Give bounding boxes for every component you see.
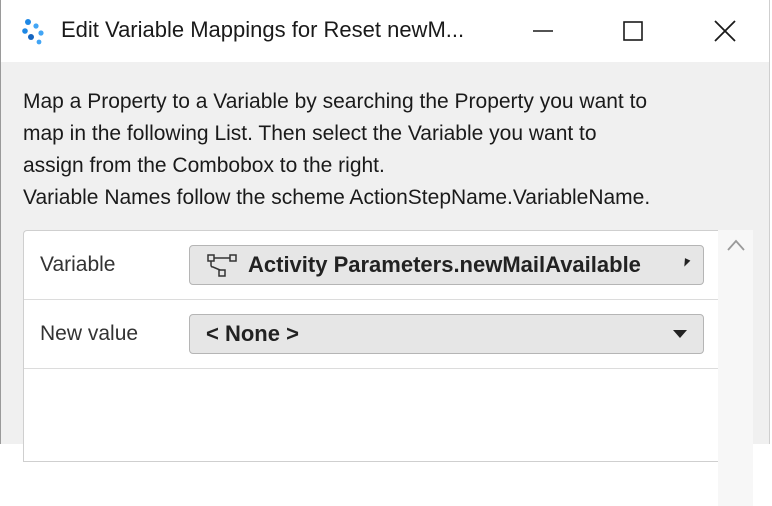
dialog-content: Map a Property to a Variable by searchin…	[1, 62, 769, 506]
maximize-icon	[623, 21, 643, 41]
instructions-text: Map a Property to a Variable by searchin…	[23, 86, 753, 214]
close-icon	[714, 20, 736, 42]
dropdown-arrow-icon[interactable]	[681, 258, 691, 268]
variable-combobox-value: Activity Parameters.newMailAvailable	[248, 252, 641, 277]
grid-row-variable: Variable Activity Parameters.newMailAvai…	[24, 231, 719, 300]
property-grid: Variable Activity Parameters.newMailAvai…	[23, 230, 719, 462]
window-title: Edit Variable Mappings for Reset newM...	[61, 17, 465, 42]
new-value-label: New value	[40, 322, 139, 345]
instructions-line: assign from the Combobox to the right.	[23, 154, 385, 177]
dialog-window: Edit Variable Mappings for Reset newM...…	[0, 0, 770, 506]
grid-row-new-value: New value < None >	[24, 300, 719, 369]
variable-node-icon	[207, 254, 237, 277]
app-logo-icon	[22, 19, 44, 45]
new-value-combobox[interactable]: < None >	[189, 314, 704, 354]
instructions-line: Map a Property to a Variable by searchin…	[23, 90, 648, 113]
dropdown-arrow-icon[interactable]	[673, 330, 687, 338]
instructions-line: map in the following List. Then select t…	[23, 122, 597, 145]
instructions-line: Variable Names follow the scheme ActionS…	[23, 186, 651, 209]
chevron-up-icon[interactable]	[726, 238, 746, 252]
new-value-combobox-value: < None >	[206, 321, 299, 346]
vertical-scrollbar[interactable]	[718, 230, 753, 506]
variable-combobox[interactable]: Activity Parameters.newMailAvailable	[189, 245, 704, 285]
minimize-icon	[533, 30, 553, 32]
minimize-button[interactable]	[497, 0, 589, 62]
title-bar[interactable]: Edit Variable Mappings for Reset newM...	[1, 0, 769, 62]
variable-label: Variable	[40, 253, 116, 276]
close-button[interactable]	[679, 0, 771, 62]
maximize-button[interactable]	[587, 0, 679, 62]
